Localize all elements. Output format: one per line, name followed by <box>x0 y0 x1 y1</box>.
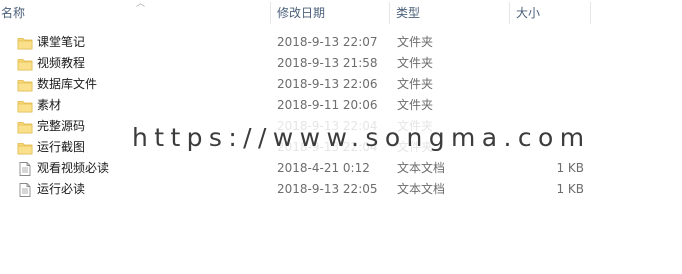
file-name: 运行必读 <box>37 182 86 196</box>
folder-icon <box>17 119 33 135</box>
file-row[interactable]: 数据库文件 2018-9-13 22:06 文件夹 <box>0 74 682 95</box>
file-name: 课堂笔记 <box>37 35 86 49</box>
file-date: 2018-9-13 22:07 <box>277 35 378 49</box>
watermark-text: https://www.songma.com <box>132 118 584 158</box>
column-header-name[interactable]: 名称 <box>0 0 271 28</box>
file-name: 完整源码 <box>37 119 86 133</box>
file-size: 1 KB <box>556 182 584 196</box>
file-name: 素材 <box>37 98 62 112</box>
file-name: 视频教程 <box>37 56 86 70</box>
column-header-size[interactable]: 大小 <box>510 0 596 28</box>
file-date: 2018-4-21 0:12 <box>277 161 370 175</box>
file-row[interactable]: 观看视频必读 2018-4-21 0:12 文本文档 1 KB <box>0 158 682 179</box>
file-name: 运行截图 <box>37 140 86 154</box>
file-row[interactable]: 视频教程 2018-9-13 21:58 文件夹 <box>0 53 682 74</box>
folder-icon <box>17 140 33 156</box>
file-row[interactable]: 课堂笔记 2018-9-13 22:07 文件夹 <box>0 32 682 53</box>
column-header-date[interactable]: 修改日期 <box>272 0 393 28</box>
file-name: 数据库文件 <box>37 77 98 91</box>
file-date: 2018-9-13 22:05 <box>277 182 378 196</box>
column-divider[interactable] <box>590 2 591 24</box>
column-header-bar: ︿ 名称 修改日期 类型 大小 <box>0 0 682 28</box>
file-size: 1 KB <box>556 161 584 175</box>
folder-icon <box>17 98 33 114</box>
folder-icon <box>17 56 33 72</box>
text-file-icon <box>17 182 33 198</box>
folder-icon <box>17 35 33 51</box>
text-file-icon <box>17 161 33 177</box>
file-type: 文本文档 <box>397 161 446 175</box>
file-type: 文本文档 <box>397 182 446 196</box>
column-header-type[interactable]: 类型 <box>390 0 516 28</box>
folder-icon <box>17 77 33 93</box>
column-divider[interactable] <box>270 2 271 24</box>
file-type: 文件夹 <box>397 35 434 49</box>
file-explorer: ︿ 名称 修改日期 类型 大小 课堂笔记 2018-9-13 22:07 文件夹 视频… <box>0 0 682 274</box>
file-type: 文件夹 <box>397 77 434 91</box>
file-list: 课堂笔记 2018-9-13 22:07 文件夹 视频教程 2018-9-13 21:5… <box>0 32 682 200</box>
file-type: 文件夹 <box>397 98 434 112</box>
file-name: 观看视频必读 <box>37 161 110 175</box>
file-date: 2018-9-11 20:06 <box>277 98 378 112</box>
file-type: 文件夹 <box>397 56 434 70</box>
file-row[interactable]: 素材 2018-9-11 20:06 文件夹 <box>0 95 682 116</box>
file-date: 2018-9-13 21:58 <box>277 56 378 70</box>
file-date: 2018-9-13 22:06 <box>277 77 378 91</box>
file-row[interactable]: 运行必读 2018-9-13 22:05 文本文档 1 KB <box>0 179 682 200</box>
